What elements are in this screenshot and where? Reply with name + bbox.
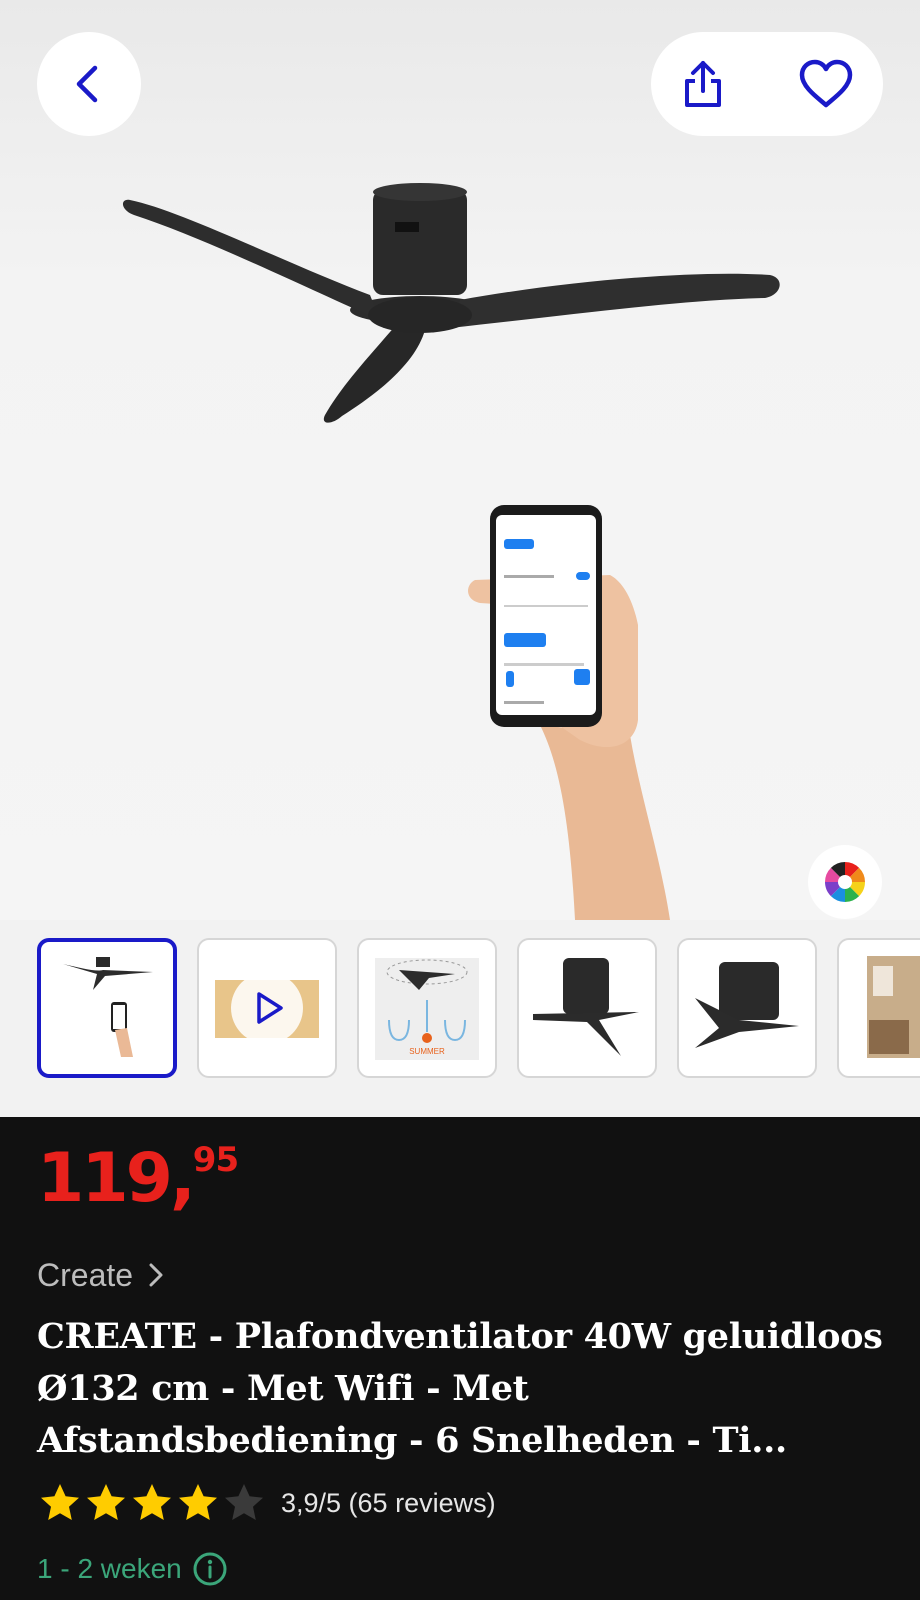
delivery-time: 1 - 2 weken [37, 1549, 228, 1589]
phone-app-image [468, 505, 670, 920]
product-title: CREATE - Plafondventilator 40W geluidloo… [37, 1316, 883, 1461]
fan-angle-thumbnail [695, 962, 799, 1048]
fan-phone-thumbnail [63, 957, 153, 1057]
airflow-thumbnail: SUMMER [375, 958, 479, 1060]
share-button[interactable] [673, 54, 733, 114]
thumbnail-1[interactable] [37, 938, 177, 1078]
share-icon [685, 61, 721, 107]
star-icon [41, 1484, 79, 1520]
chevron-left-icon [76, 65, 98, 103]
rating[interactable]: 3,9/5 (65 reviews) [37, 1479, 496, 1527]
thumbnail-5[interactable] [677, 938, 817, 1078]
delivery-text: 1 - 2 weken [37, 1553, 182, 1584]
star-icon [87, 1484, 125, 1520]
price-whole: 119, [37, 1139, 196, 1218]
brand-link[interactable]: Create [37, 1255, 165, 1295]
heart-icon [799, 59, 853, 108]
product-gallery: SUMMER [0, 0, 920, 1117]
action-pill [651, 32, 883, 136]
thumbnail-strip[interactable]: SUMMER [0, 938, 920, 1080]
favorite-button[interactable] [796, 54, 856, 114]
star-icon [133, 1484, 171, 1520]
thumbnail-4[interactable] [517, 938, 657, 1078]
rating-stars [37, 1480, 267, 1526]
back-button[interactable] [37, 32, 141, 136]
interior-thumbnail [867, 956, 920, 1058]
star-empty-icon [225, 1484, 263, 1520]
brand-name: Create [37, 1256, 134, 1293]
star-icon [179, 1484, 217, 1520]
color-picker-button[interactable] [808, 845, 882, 919]
product-info: 119,95 Create CREATE - Plafondventilator… [0, 1117, 920, 1600]
price: 119,95 [37, 1140, 239, 1213]
ceiling-fan-image [122, 183, 780, 423]
price-cents: 95 [192, 1140, 239, 1180]
thumbnail-3[interactable]: SUMMER [357, 938, 497, 1078]
video-thumbnail [215, 972, 319, 1044]
thumbnail-6[interactable] [837, 938, 920, 1078]
fan-closeup-thumbnail [533, 958, 639, 1056]
thumbnail-2-video[interactable] [197, 938, 337, 1078]
info-icon[interactable] [192, 1551, 228, 1587]
summer-label: SUMMER [409, 1047, 445, 1056]
color-wheel-icon [825, 862, 865, 902]
product-hero-image[interactable] [0, 0, 920, 920]
chevron-right-icon [149, 1263, 163, 1287]
rating-text: 3,9/5 (65 reviews) [281, 1487, 496, 1518]
